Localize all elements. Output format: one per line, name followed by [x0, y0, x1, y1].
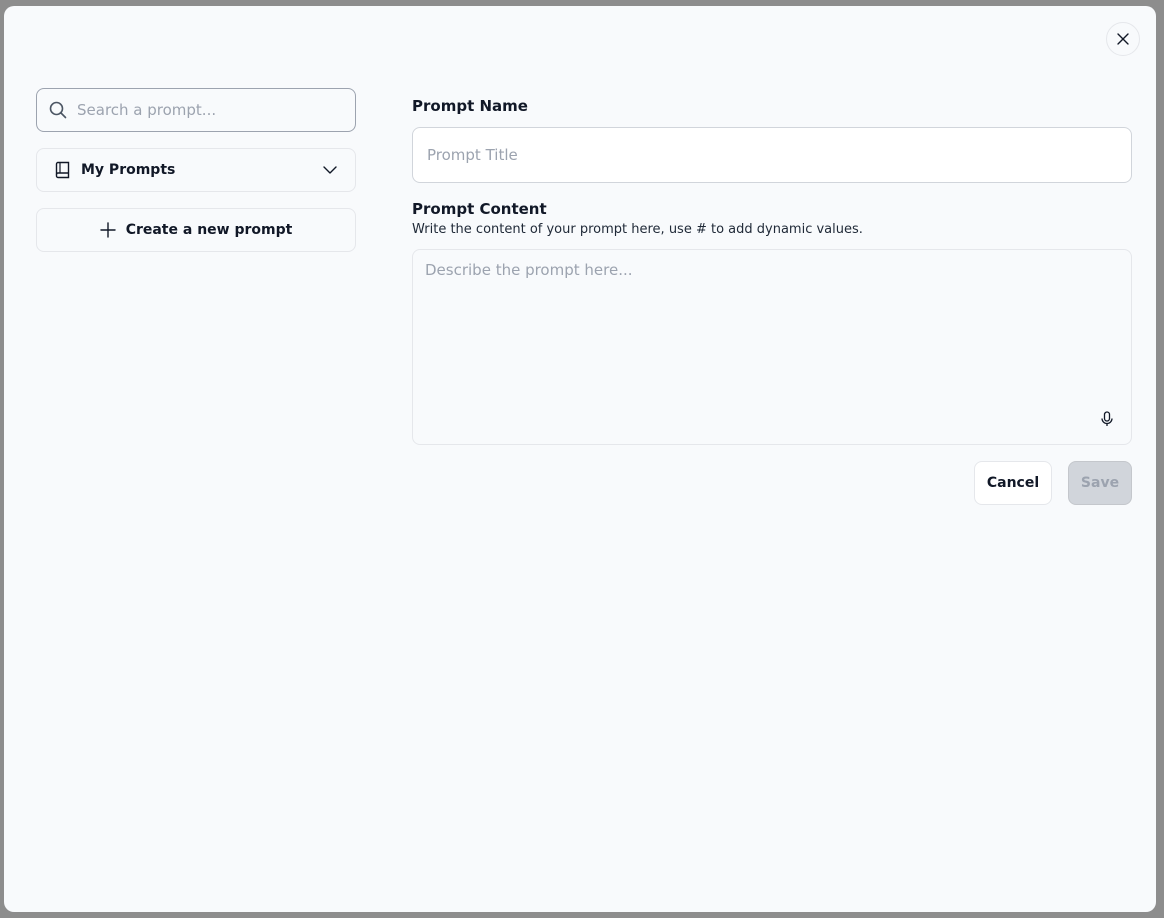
voice-input-button[interactable]	[1099, 410, 1115, 428]
prompt-content-label: Prompt Content	[412, 200, 547, 218]
create-prompt-label: Create a new prompt	[125, 222, 293, 238]
chevron-down-icon	[323, 166, 337, 174]
prompt-folder-dropdown[interactable]: My Prompts	[36, 148, 356, 192]
prompt-library-dialog: My Prompts Create a new prompt Prompt Na…	[4, 6, 1156, 912]
microphone-icon	[1101, 411, 1113, 426]
prompt-content-textarea[interactable]	[413, 250, 1131, 444]
book-icon	[55, 161, 70, 179]
prompt-name-label: Prompt Name	[412, 97, 528, 115]
close-icon	[1117, 33, 1129, 45]
prompt-search[interactable]	[36, 88, 356, 132]
cancel-button[interactable]: Cancel	[974, 461, 1052, 505]
folder-label: My Prompts	[81, 162, 176, 178]
search-icon	[49, 101, 67, 119]
save-button[interactable]: Save	[1068, 461, 1132, 505]
plus-icon	[99, 222, 116, 238]
prompt-content-field	[412, 249, 1132, 445]
prompt-title-input[interactable]	[412, 127, 1132, 183]
create-prompt-button[interactable]: Create a new prompt	[36, 208, 356, 252]
close-button[interactable]	[1106, 22, 1140, 56]
search-input[interactable]	[77, 101, 327, 119]
prompt-content-help: Write the content of your prompt here, u…	[412, 222, 863, 237]
